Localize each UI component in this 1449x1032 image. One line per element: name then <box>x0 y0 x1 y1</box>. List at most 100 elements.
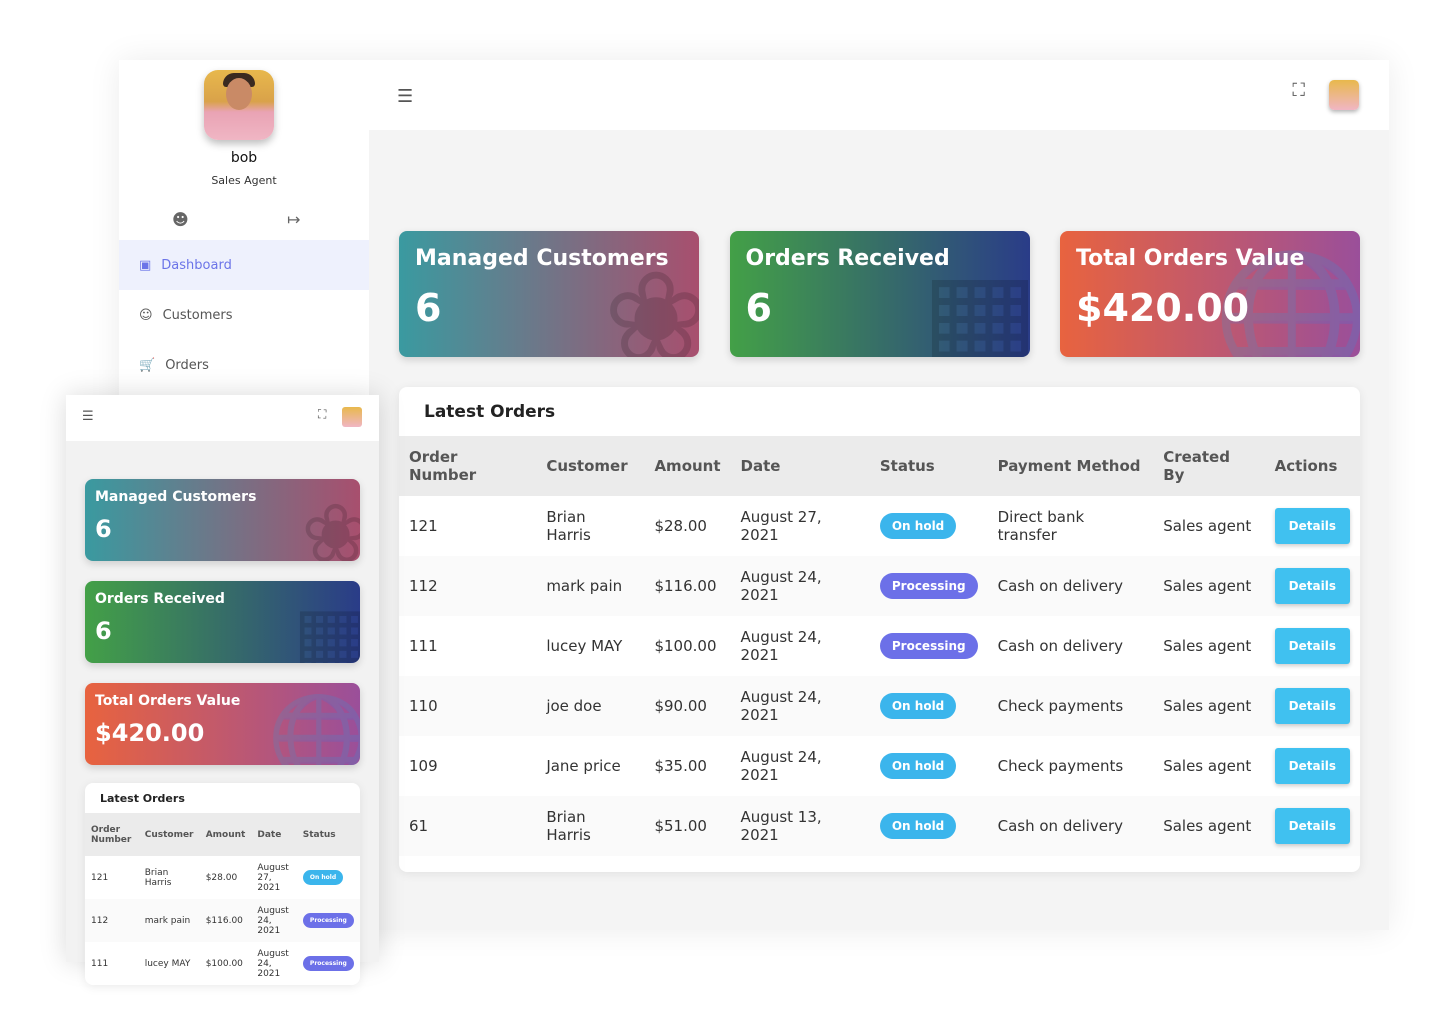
table-cell: $35.00 <box>654 757 707 775</box>
table-cell: Sales agent <box>1163 637 1252 655</box>
stat-value: 6 <box>415 286 442 330</box>
column-header: Status <box>869 436 988 496</box>
status-badge: On hold <box>302 870 344 885</box>
award-icon: ❀ <box>301 487 360 561</box>
table-cell: $116.00 <box>644 556 731 616</box>
logout-icon[interactable]: ↦ <box>287 210 300 229</box>
table-cell: On hold <box>870 496 988 556</box>
column-header: Actions <box>1264 436 1360 496</box>
table-cell: Processing <box>296 899 360 942</box>
table-cell: On hold <box>297 856 360 899</box>
table-cell: $116.00 <box>199 899 252 942</box>
status-badge: Processing <box>302 956 354 971</box>
column-header: Amount <box>644 436 731 496</box>
table-cell: 111 <box>91 958 109 969</box>
stat-title: Managed Customers <box>95 489 257 505</box>
table-cell: Check payments <box>987 676 1154 736</box>
avatar[interactable] <box>1329 80 1359 110</box>
table-cell: $100.00 <box>654 637 717 655</box>
globe-icon: 🌐 <box>267 691 360 765</box>
table-cell: joe doe <box>536 676 645 736</box>
table-row: 111 lucey MAY $100.00 August 24, 2021 Proces… <box>399 616 1360 676</box>
table-cell: Processing <box>870 616 988 676</box>
table-cell: August 13, 2021 <box>730 796 870 856</box>
stat-value: 6 <box>745 286 772 330</box>
table-cell: August 24, 2021 <box>730 676 870 736</box>
table-row: 112 mark pain $116.00 August 24, 2021 Proces… <box>85 899 360 942</box>
stat-title: Orders Received <box>95 591 225 607</box>
table-cell: August 24, 2021 <box>740 748 822 784</box>
avatar[interactable] <box>342 407 362 427</box>
table-cell: Jane price <box>546 757 621 775</box>
table-title: Latest Orders <box>424 401 556 422</box>
table-cell: Processing <box>297 942 360 985</box>
table-cell: Details <box>1265 736 1360 796</box>
table-cell: Cash on delivery <box>997 637 1124 655</box>
column-header: Order Number <box>85 813 139 856</box>
column-header: Date <box>730 436 870 496</box>
details-button[interactable]: Details <box>1274 808 1350 844</box>
stat-title: Total Orders Value <box>1076 246 1305 271</box>
column-header: Created By <box>1153 436 1265 496</box>
sidebar-item-orders[interactable]: 🛒 Orders <box>119 340 369 390</box>
details-button[interactable]: Details <box>1274 568 1350 604</box>
stat-title: Managed Customers <box>415 246 669 271</box>
table-cell: Sales agent <box>1163 517 1252 535</box>
table-cell: Processing <box>869 556 988 616</box>
table-cell: Details <box>1265 496 1360 556</box>
stat-card: 🌐 Total Orders Value $420.00 <box>85 683 360 765</box>
table-cell: 121 <box>409 517 438 535</box>
table-row: 109 Jane price $35.00 August 24, 2021 On hol… <box>399 736 1360 796</box>
stat-value: 6 <box>95 515 112 543</box>
column-header: Date <box>251 813 297 856</box>
table-cell: 109 <box>409 757 438 775</box>
status-badge: On hold <box>879 513 957 539</box>
details-button[interactable]: Details <box>1274 688 1350 724</box>
status-badge: Processing <box>879 573 978 599</box>
stat-card: 🌐 Total Orders Value $420.00 <box>1060 231 1360 357</box>
user-role: Sales Agent <box>211 174 277 187</box>
menu-icon[interactable]: ☰ <box>82 409 94 424</box>
table-cell: Details <box>1264 676 1360 736</box>
table-cell: $90.00 <box>644 676 731 736</box>
table-cell: mark pain <box>536 556 645 616</box>
stat-title: Total Orders Value <box>95 693 241 709</box>
details-button[interactable]: Details <box>1274 508 1350 544</box>
sidebar-item-dashboard[interactable]: ▣ Dashboard <box>119 240 369 290</box>
table-cell: Details <box>1264 796 1360 856</box>
fullscreen-icon[interactable]: ⛶ <box>1292 80 1305 101</box>
table-cell: 112 <box>399 556 537 616</box>
stat-card: ▦ Orders Received 6 <box>729 231 1030 357</box>
mobile-latest-orders-table: Latest Orders Order Number Customer Amount D… <box>85 783 360 985</box>
status-badge: On hold <box>879 813 957 839</box>
table-cell: 110 <box>399 676 537 736</box>
avatar[interactable] <box>204 70 274 140</box>
fullscreen-icon[interactable]: ⛶ <box>318 407 326 422</box>
table-cell: 121 <box>91 872 109 883</box>
menu-icon[interactable]: ☰ <box>397 86 413 107</box>
stat-card: ❀ Managed Customers 6 <box>85 479 360 561</box>
table-cell: August 24, 2021 <box>740 628 822 664</box>
table-row: 121 Brian Harris $28.00 August 27, 2021 On h… <box>85 856 360 899</box>
mobile-topbar: ☰ ⛶ <box>66 395 379 441</box>
table-row: 112 mark pain $116.00 August 24, 2021 Proces… <box>399 556 1360 616</box>
table-cell: August 24, 2021 <box>730 556 870 616</box>
details-button[interactable]: Details <box>1274 628 1350 664</box>
table-cell: Brian Harris <box>546 508 591 544</box>
table-cell: Brian Harris <box>144 867 172 888</box>
profile-icon[interactable]: ☻ <box>172 210 189 229</box>
status-badge: On hold <box>879 753 957 779</box>
table-cell: August 24, 2021 <box>251 899 297 942</box>
status-badge: Processing <box>302 913 354 928</box>
cart-icon: 🛒 <box>139 357 156 373</box>
table-cell: Sales agent <box>1163 757 1252 775</box>
sidebar-item-customers[interactable]: ☺ Customers <box>119 290 369 340</box>
stat-title: Orders Received <box>745 246 950 271</box>
table-cell: Cash on delivery <box>987 556 1154 616</box>
topbar: ☰ ⛶ <box>369 60 1389 130</box>
table-cell: On hold <box>869 796 988 856</box>
table-title: Latest Orders <box>100 791 185 805</box>
table-cell: mark pain <box>138 899 200 942</box>
stat-card: ❀ Managed Customers 6 <box>399 231 699 357</box>
details-button[interactable]: Details <box>1274 748 1350 784</box>
